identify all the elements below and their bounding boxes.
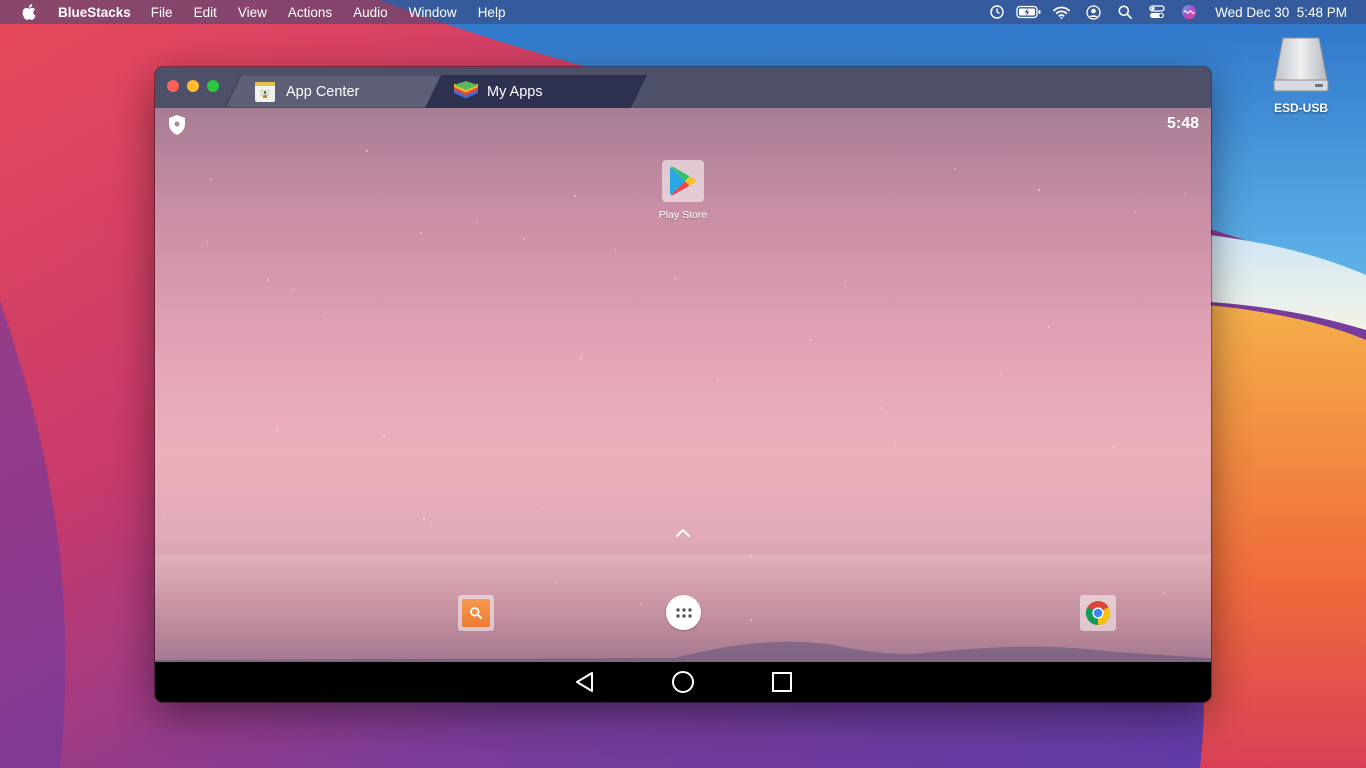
zoom-window-button[interactable] (207, 80, 219, 92)
spotlight-search-icon[interactable] (1109, 0, 1141, 24)
time-machine-icon[interactable] (981, 0, 1013, 24)
app-label: Play Store (658, 209, 708, 221)
android-status-time: 5:48 (1166, 115, 1199, 132)
drive-label: ESD-USB (1273, 101, 1328, 115)
menu-file[interactable]: File (151, 5, 173, 20)
back-icon[interactable] (565, 662, 605, 702)
tab-my-apps[interactable]: My Apps (425, 75, 647, 108)
close-window-button[interactable] (167, 80, 179, 92)
app-center-icon (255, 81, 275, 102)
play-store-shortcut[interactable]: Play Store (659, 160, 707, 221)
play-store-icon (670, 166, 696, 196)
tab-app-center[interactable]: App Center (225, 75, 445, 108)
wifi-icon[interactable] (1045, 0, 1077, 24)
tab-label: App Center (286, 83, 360, 100)
dock-chrome-app[interactable] (1080, 595, 1116, 631)
external-drive-icon (1273, 37, 1329, 92)
tab-label: My Apps (487, 83, 543, 100)
bluestacks-window: App Center My Apps 5:48 Play Store (155, 67, 1211, 702)
search-app-icon (470, 607, 482, 619)
menu-help[interactable]: Help (478, 5, 506, 20)
bluestacks-layers-icon (454, 80, 478, 98)
security-shield-icon[interactable] (167, 114, 187, 141)
menu-edit[interactable]: Edit (194, 5, 217, 20)
battery-charging-icon[interactable] (1013, 0, 1045, 24)
menu-audio[interactable]: Audio (353, 5, 388, 20)
desktop-drive-esd-usb[interactable]: ESD-USB (1266, 36, 1336, 115)
user-icon[interactable] (1077, 0, 1109, 24)
open-drawer-chevron-icon[interactable] (675, 525, 691, 543)
minimize-window-button[interactable] (187, 80, 199, 92)
app-menu-name[interactable]: BlueStacks (58, 5, 131, 20)
menu-bar-clock[interactable]: Wed Dec 30 5:48 PM (1215, 5, 1347, 20)
menu-bar-status-area: Wed Dec 30 5:48 PM (981, 0, 1347, 24)
app-drawer-icon (675, 607, 692, 618)
home-icon[interactable] (663, 662, 703, 702)
window-title-bar[interactable]: App Center My Apps (155, 67, 1211, 108)
app-drawer-button[interactable] (666, 595, 701, 630)
recents-icon[interactable] (762, 662, 802, 702)
android-navigation-bar (155, 662, 1211, 702)
menu-window[interactable]: Window (409, 5, 457, 20)
menu-view[interactable]: View (238, 5, 267, 20)
apple-menu-icon[interactable] (0, 4, 58, 20)
chrome-icon (1085, 601, 1111, 625)
control-center-icon[interactable] (1141, 0, 1173, 24)
android-home-screen[interactable]: 5:48 Play Store (155, 108, 1211, 662)
menu-actions[interactable]: Actions (288, 5, 332, 20)
siri-icon[interactable] (1173, 0, 1205, 24)
dock-search-app[interactable] (458, 595, 494, 631)
macos-menu-bar: BlueStacks File Edit View Actions Audio … (0, 0, 1366, 24)
